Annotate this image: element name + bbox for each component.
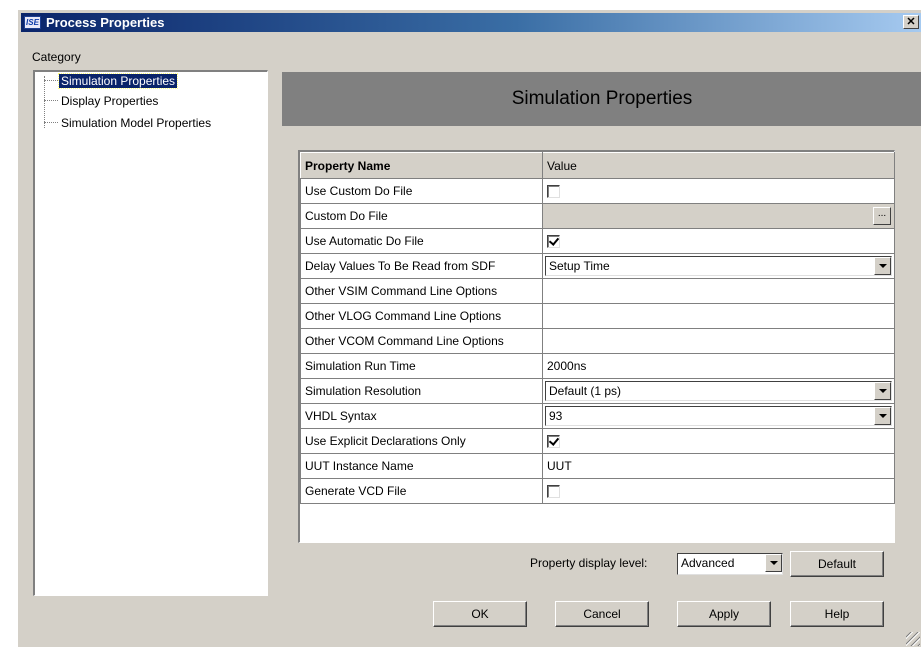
- simulation-run-time-field[interactable]: 2000ns: [542, 353, 895, 379]
- explicit-declarations-checkbox[interactable]: [547, 435, 560, 449]
- property-value-cell: 93: [542, 403, 895, 429]
- property-name: Use Automatic Do File: [300, 228, 543, 254]
- table-row: Generate VCD File: [300, 478, 895, 504]
- property-value-cell: [542, 228, 895, 254]
- use-automatic-do-file-checkbox[interactable]: [547, 235, 560, 249]
- vsim-options-field[interactable]: [542, 278, 895, 304]
- cancel-button[interactable]: Cancel: [555, 601, 649, 627]
- ok-button[interactable]: OK: [433, 601, 527, 627]
- chevron-down-icon[interactable]: [765, 554, 782, 572]
- close-button[interactable]: ✕: [903, 15, 919, 29]
- category-tree[interactable]: Simulation Properties Display Properties…: [33, 70, 268, 596]
- column-header-property-name[interactable]: Property Name: [300, 152, 543, 179]
- category-label: Category: [32, 50, 81, 64]
- table-row: Use Explicit Declarations Only: [300, 428, 895, 454]
- window-title: Process Properties: [46, 15, 165, 30]
- property-grid: Property Name Value Use Custom Do File C…: [298, 150, 895, 543]
- table-row: VHDL Syntax 93: [300, 403, 895, 429]
- title-bar[interactable]: ISE Process Properties ✕: [21, 13, 921, 32]
- process-properties-dialog: ISE Process Properties ✕ Category Simula…: [17, 9, 921, 647]
- simulation-resolution-dropdown[interactable]: Default (1 ps): [545, 381, 892, 401]
- property-table: Property Name Value Use Custom Do File C…: [300, 152, 895, 504]
- dropdown-value: 93: [549, 409, 563, 423]
- vcom-options-field[interactable]: [542, 328, 895, 354]
- resize-grip-icon[interactable]: [906, 632, 920, 646]
- table-row: Custom Do File ...: [300, 203, 895, 229]
- column-header-value[interactable]: Value: [542, 152, 895, 179]
- uut-instance-name-field[interactable]: UUT: [542, 453, 895, 479]
- apply-button[interactable]: Apply: [677, 601, 771, 627]
- property-name: UUT Instance Name: [300, 453, 543, 479]
- property-name: Use Explicit Declarations Only: [300, 428, 543, 454]
- dropdown-value: Advanced: [681, 556, 735, 570]
- property-name: Custom Do File: [300, 203, 543, 229]
- tree-item-simulation-properties[interactable]: Simulation Properties: [44, 73, 179, 89]
- property-value-cell: [542, 478, 895, 504]
- default-button[interactable]: Default: [790, 551, 884, 577]
- dropdown-value: Default (1 ps): [549, 384, 622, 398]
- tree-item-label: Display Properties: [61, 94, 159, 108]
- table-header-row: Property Name Value: [300, 152, 895, 179]
- property-value-cell: [542, 428, 895, 454]
- use-custom-do-file-checkbox[interactable]: [547, 185, 560, 199]
- property-name: Generate VCD File: [300, 478, 543, 504]
- chevron-down-icon[interactable]: [874, 382, 891, 400]
- tree-item-simulation-model-properties[interactable]: Simulation Model Properties: [44, 115, 213, 131]
- property-name: Other VCOM Command Line Options: [300, 328, 543, 354]
- chevron-down-icon[interactable]: [874, 407, 891, 425]
- chevron-down-icon[interactable]: [874, 257, 891, 275]
- property-name: Other VLOG Command Line Options: [300, 303, 543, 329]
- table-row: UUT Instance Name UUT: [300, 453, 895, 479]
- table-row: Other VLOG Command Line Options: [300, 303, 895, 329]
- help-button[interactable]: Help: [790, 601, 884, 627]
- table-row: Delay Values To Be Read from SDF Setup T…: [300, 253, 895, 279]
- browse-button[interactable]: ...: [873, 207, 891, 225]
- tree-item-label: Simulation Properties: [57, 73, 179, 89]
- property-name: Delay Values To Be Read from SDF: [300, 253, 543, 279]
- property-name: Other VSIM Command Line Options: [300, 278, 543, 304]
- property-value-cell: [542, 178, 895, 204]
- sdf-delay-dropdown[interactable]: Setup Time: [545, 256, 892, 276]
- table-row: Use Automatic Do File: [300, 228, 895, 254]
- property-name: Use Custom Do File: [300, 178, 543, 204]
- table-row: Simulation Run Time 2000ns: [300, 353, 895, 379]
- property-name: Simulation Run Time: [300, 353, 543, 379]
- custom-do-file-field: ...: [542, 203, 895, 229]
- generate-vcd-checkbox[interactable]: [547, 485, 560, 499]
- table-row: Other VCOM Command Line Options: [300, 328, 895, 354]
- table-row: Use Custom Do File: [300, 178, 895, 204]
- property-name: Simulation Resolution: [300, 378, 543, 404]
- vhdl-syntax-dropdown[interactable]: 93: [545, 406, 892, 426]
- property-value-cell: Default (1 ps): [542, 378, 895, 404]
- table-row: Simulation Resolution Default (1 ps): [300, 378, 895, 404]
- panel-title: Simulation Properties: [282, 72, 921, 126]
- ise-app-icon: ISE: [24, 16, 41, 29]
- vlog-options-field[interactable]: [542, 303, 895, 329]
- display-level-dropdown[interactable]: Advanced: [677, 553, 783, 575]
- tree-item-label: Simulation Model Properties: [61, 116, 212, 130]
- dropdown-value: Setup Time: [549, 259, 610, 273]
- property-name: VHDL Syntax: [300, 403, 543, 429]
- display-level-label: Property display level:: [530, 556, 648, 570]
- property-value-cell: Setup Time: [542, 253, 895, 279]
- tree-item-display-properties[interactable]: Display Properties: [44, 93, 160, 109]
- table-row: Other VSIM Command Line Options: [300, 278, 895, 304]
